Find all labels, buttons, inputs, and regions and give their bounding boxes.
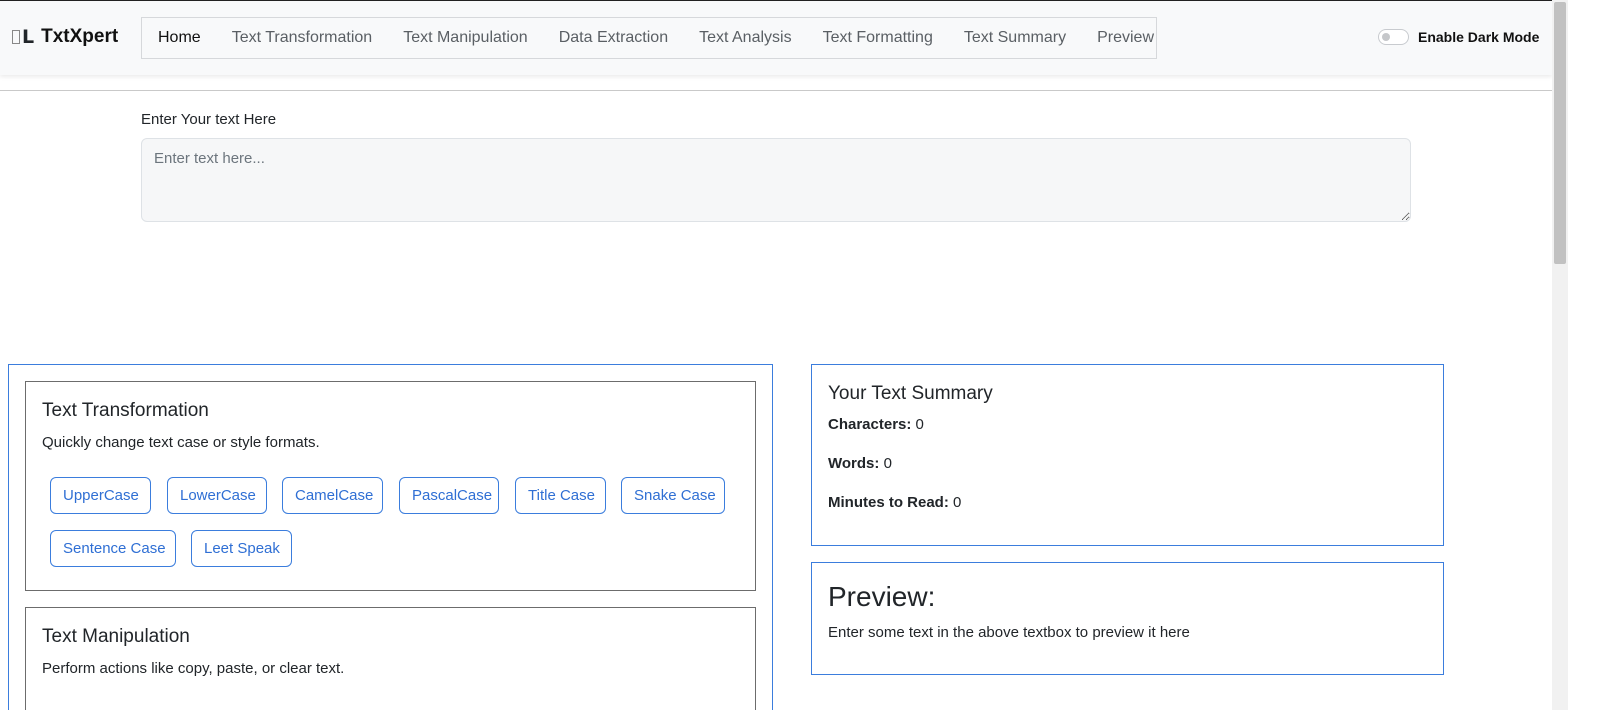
text-manipulation-card: Text Manipulation Perform actions like c… <box>25 607 756 710</box>
brand[interactable]: L TxtXpert <box>12 25 118 49</box>
title-case-button[interactable]: Title Case <box>515 477 606 514</box>
nav-text-analysis[interactable]: Text Analysis <box>699 29 791 47</box>
card-description: Perform actions like copy, paste, or cle… <box>42 660 345 677</box>
nav-home[interactable]: Home <box>158 29 201 47</box>
card-description: Quickly change text case or style format… <box>42 434 320 451</box>
words-label: Words: <box>828 455 880 472</box>
minutes-stat: Minutes to Read: 0 <box>828 494 961 511</box>
nav-text-transformation[interactable]: Text Transformation <box>232 29 373 47</box>
uppercase-button[interactable]: UpperCase <box>50 477 151 514</box>
words-value: 0 <box>883 455 892 472</box>
minutes-value: 0 <box>953 494 962 511</box>
dark-mode-toggle[interactable] <box>1378 29 1409 45</box>
text-transformation-card: Text Transformation Quickly change text … <box>25 381 756 591</box>
page-scrollbar[interactable] <box>1552 0 1568 710</box>
logo-broken-image-icon: L <box>12 26 34 48</box>
nav-tabs: Home Text Transformation Text Manipulati… <box>141 17 1157 59</box>
leet-speak-button[interactable]: Leet Speak <box>191 530 292 567</box>
divider <box>0 90 1552 91</box>
text-summary-panel: Your Text Summary Characters: 0 Words: 0… <box>811 364 1444 546</box>
card-title: Text Transformation <box>42 400 209 421</box>
words-stat: Words: 0 <box>828 455 892 472</box>
card-title: Text Manipulation <box>42 626 190 647</box>
tools-panel: Text Transformation Quickly change text … <box>8 364 773 710</box>
nav-text-manipulation[interactable]: Text Manipulation <box>403 29 528 47</box>
navbar: L TxtXpert Home Text Transformation Text… <box>0 1 1552 75</box>
characters-label: Characters: <box>828 416 912 433</box>
nav-text-summary[interactable]: Text Summary <box>964 29 1066 47</box>
characters-stat: Characters: 0 <box>828 416 924 433</box>
preview-title: Preview: <box>828 581 936 612</box>
preview-text: Enter some text in the above textbox to … <box>828 624 1190 641</box>
summary-title: Your Text Summary <box>828 383 993 404</box>
sentence-case-button[interactable]: Sentence Case <box>50 530 176 567</box>
nav-data-extraction[interactable]: Data Extraction <box>559 29 668 47</box>
pascalcase-button[interactable]: PascalCase <box>399 477 499 514</box>
text-input-label: Enter Your text Here <box>141 111 277 128</box>
camelcase-button[interactable]: CamelCase <box>282 477 383 514</box>
nav-preview[interactable]: Preview <box>1097 29 1154 47</box>
snake-case-button[interactable]: Snake Case <box>621 477 725 514</box>
brand-name[interactable]: TxtXpert <box>41 26 118 48</box>
preview-panel: Preview: Enter some text in the above te… <box>811 562 1444 675</box>
text-input-area[interactable] <box>141 138 1411 222</box>
minutes-label: Minutes to Read: <box>828 494 949 511</box>
lowercase-button[interactable]: LowerCase <box>167 477 267 514</box>
toggle-knob <box>1382 33 1390 41</box>
nav-text-formatting[interactable]: Text Formatting <box>823 29 933 47</box>
dark-mode-label[interactable]: Enable Dark Mode <box>1418 29 1539 45</box>
characters-value: 0 <box>915 416 924 433</box>
dark-mode-control: Enable Dark Mode <box>1378 29 1539 45</box>
scrollbar-thumb[interactable] <box>1554 2 1566 264</box>
